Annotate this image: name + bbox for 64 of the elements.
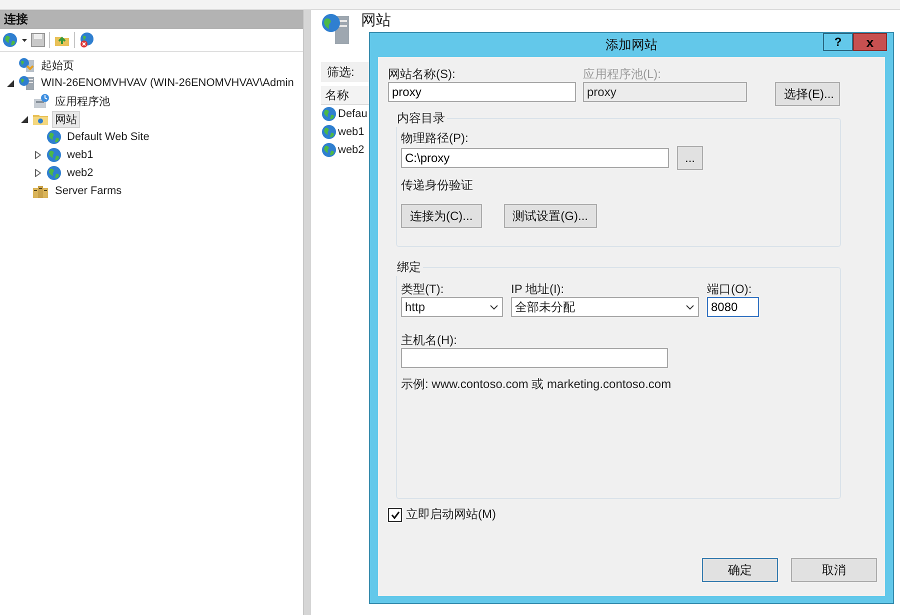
caret-icon[interactable]: [22, 38, 27, 42]
input-field[interactable]: C:\proxy: [401, 148, 669, 168]
app-pool-icon: [32, 93, 50, 109]
field-label: 类型(T):: [401, 282, 445, 296]
group-title: 绑定: [396, 259, 422, 276]
globe-icon: [46, 129, 62, 145]
field-label: 应用程序池(L):: [583, 67, 662, 81]
column-header[interactable]: 名称: [321, 86, 369, 105]
example-text: 示例: www.contoso.com 或 marketing.contoso.com: [401, 377, 672, 391]
site-name[interactable]: web1: [338, 126, 364, 138]
test-settings-button[interactable]: 测试设置(G)...: [504, 204, 597, 228]
check-icon: [390, 510, 400, 518]
tree-item[interactable]: 起始页: [38, 56, 77, 74]
section-label: 传递身份验证: [401, 178, 474, 192]
globe-icon: [321, 106, 337, 122]
page-heading: 网站: [361, 13, 391, 29]
input-field[interactable]: 8080: [707, 297, 759, 317]
chevron-down-icon: [686, 305, 694, 310]
site-name[interactable]: Defau: [338, 108, 368, 120]
globe-icon: [46, 147, 62, 163]
field-label: 主机名(H):: [401, 333, 458, 347]
dropdown[interactable]: http: [401, 297, 503, 317]
chevron-down-icon: [490, 305, 498, 310]
checkbox-label[interactable]: 立即启动网站(M): [406, 506, 496, 523]
close-button[interactable]: x: [853, 33, 887, 51]
checkbox[interactable]: [388, 508, 402, 522]
globe-icon: [321, 124, 337, 140]
cancel-button[interactable]: 取消: [791, 558, 877, 582]
expand-icon[interactable]: [35, 151, 41, 159]
globe-icon: [46, 165, 62, 181]
field-label: 网站名称(S):: [388, 67, 456, 81]
tree-item[interactable]: Default Web Site: [64, 130, 152, 144]
globe-icon: [321, 142, 337, 158]
field-label: 端口(O):: [707, 282, 753, 296]
connect-as-button[interactable]: 连接为(C)...: [401, 204, 482, 228]
group-title: 内容目录: [396, 110, 446, 127]
tree-item[interactable]: Server Farms: [52, 184, 125, 198]
expand-icon[interactable]: [35, 169, 41, 177]
site-name[interactable]: web2: [338, 144, 364, 156]
browse-button[interactable]: ...: [677, 146, 703, 170]
collapse-icon[interactable]: [6, 80, 14, 86]
start-page-icon: [18, 57, 36, 73]
dialog-title: 添加网站: [606, 36, 658, 54]
server-farm-icon: [32, 183, 50, 199]
field-label: IP 地址(I):: [511, 282, 566, 296]
server-globe-icon: [321, 12, 351, 46]
ok-button[interactable]: 确定: [702, 558, 778, 582]
dropdown[interactable]: 全部未分配: [511, 297, 699, 317]
select-button[interactable]: 选择(E)...: [775, 82, 840, 106]
globe-x-icon[interactable]: [79, 32, 95, 48]
tree-item[interactable]: WIN-26ENOMVHVAV (WIN-26ENOMVHVAV\Admin: [38, 76, 297, 90]
globe-icon[interactable]: [2, 32, 18, 48]
input-field[interactable]: [401, 348, 668, 368]
server-globe-icon: [18, 75, 36, 91]
field-label: 物理路径(P):: [401, 131, 470, 145]
panel-title: 连接: [0, 10, 303, 29]
help-button[interactable]: ?: [823, 33, 853, 51]
tree-item[interactable]: web1: [64, 148, 96, 162]
filter-label: 筛选:: [321, 62, 369, 82]
collapse-icon[interactable]: [20, 116, 28, 122]
tree-item[interactable]: web2: [64, 166, 96, 180]
input-field[interactable]: proxy: [388, 82, 576, 102]
tree-item[interactable]: 网站: [52, 110, 80, 128]
tree-item[interactable]: 应用程序池: [52, 92, 113, 110]
